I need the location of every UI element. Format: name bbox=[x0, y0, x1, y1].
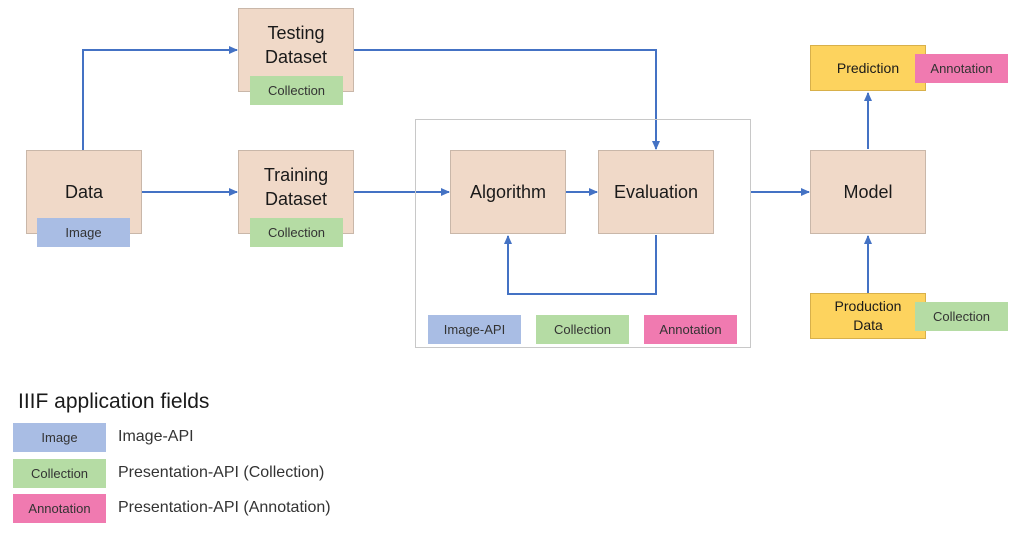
node-production-line1: Production bbox=[834, 298, 902, 314]
node-data-label: Data bbox=[64, 182, 104, 202]
node-production-line2: Data bbox=[853, 317, 883, 333]
arrow-data-to-testing bbox=[82, 46, 238, 150]
group-tag-image-api: Image-API bbox=[428, 315, 521, 344]
node-model-label: Model bbox=[843, 182, 893, 202]
legend-title: IIIF application fields bbox=[18, 390, 210, 413]
tag-testing-collection: Collection bbox=[250, 76, 343, 105]
node-production-data: Production Data bbox=[810, 293, 926, 339]
legend-text-annotation: Presentation-API (Annotation) bbox=[118, 499, 331, 516]
node-model: Model bbox=[810, 150, 926, 234]
legend-swatch-collection: Collection bbox=[13, 459, 106, 488]
node-evaluation: Evaluation bbox=[598, 150, 714, 234]
node-testing-line2: Dataset bbox=[264, 47, 328, 67]
node-algorithm: Algorithm bbox=[450, 150, 566, 234]
node-training-line2: Dataset bbox=[264, 189, 328, 209]
legend-swatch-image: Image bbox=[13, 423, 106, 452]
tag-training-collection: Collection bbox=[250, 218, 343, 247]
legend-swatch-annotation: Annotation bbox=[13, 494, 106, 523]
group-tag-collection: Collection bbox=[536, 315, 629, 344]
node-algorithm-label: Algorithm bbox=[469, 182, 547, 202]
tag-prediction-annotation: Annotation bbox=[915, 54, 1008, 83]
node-prediction-label: Prediction bbox=[836, 59, 900, 76]
node-testing-line1: Testing bbox=[267, 23, 325, 43]
node-training-line1: Training bbox=[263, 165, 329, 185]
group-tag-annotation: Annotation bbox=[644, 315, 737, 344]
node-prediction: Prediction bbox=[810, 45, 926, 91]
legend-text-collection: Presentation-API (Collection) bbox=[118, 464, 325, 481]
legend-text-image: Image-API bbox=[118, 428, 194, 445]
tag-production-collection: Collection bbox=[915, 302, 1008, 331]
node-evaluation-label: Evaluation bbox=[613, 182, 699, 202]
tag-data-image: Image bbox=[37, 218, 130, 247]
